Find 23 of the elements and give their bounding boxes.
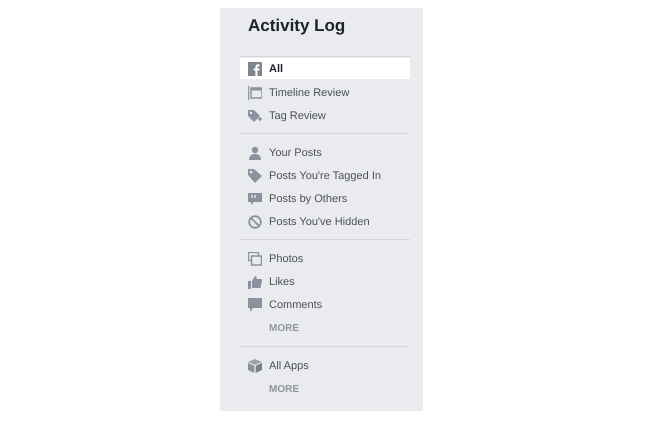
- menu-item[interactable]: Your Posts: [240, 141, 410, 164]
- menu-item[interactable]: Posts by Others: [240, 187, 410, 210]
- menu-item[interactable]: Posts You've Hidden: [240, 210, 410, 233]
- menu-item[interactable]: Timeline Review: [240, 81, 410, 104]
- menu-item[interactable]: Photos: [240, 247, 410, 270]
- thumbs-up-icon: [248, 274, 262, 288]
- menu-item[interactable]: All Apps: [240, 354, 410, 377]
- logo-icon: [248, 62, 262, 76]
- tag-icon: [248, 108, 262, 122]
- person-icon: [248, 146, 262, 160]
- tag-icon: [248, 168, 262, 182]
- speech-bubble-icon: [248, 192, 262, 206]
- photos-icon: [248, 252, 262, 266]
- timeline-icon: [248, 86, 262, 100]
- menu-item[interactable]: Posts You're Tagged In: [240, 164, 410, 187]
- comment-icon: [248, 298, 262, 312]
- page-title: Activity Log: [248, 16, 346, 37]
- menu-item[interactable]: Likes: [240, 270, 410, 293]
- cube-icon: [248, 358, 262, 372]
- blocked-icon: [248, 214, 262, 228]
- menu-item[interactable]: All: [240, 58, 410, 79]
- menu-item[interactable]: Tag Review: [240, 104, 410, 127]
- menu-item[interactable]: Comments: [240, 293, 410, 316]
